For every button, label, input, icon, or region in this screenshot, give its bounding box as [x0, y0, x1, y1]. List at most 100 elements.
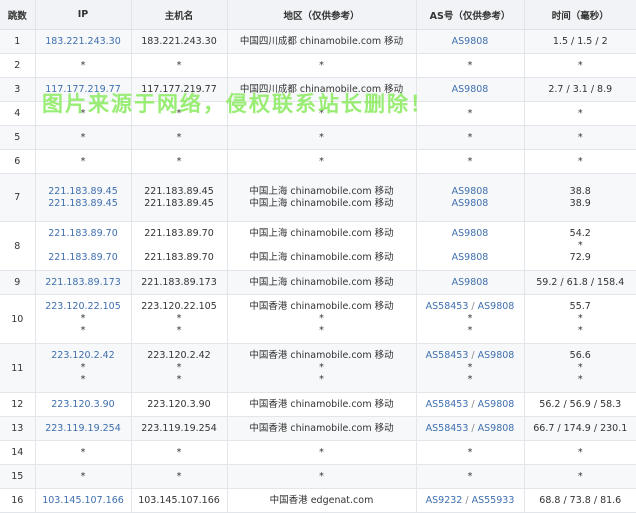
as-number-link[interactable]: AS9808	[452, 198, 489, 209]
as-number-line: *	[417, 60, 524, 72]
table-row: 4*****	[0, 102, 636, 126]
as-number-link[interactable]: AS9808	[478, 301, 515, 312]
host-line	[132, 240, 227, 252]
region-cell: *	[227, 441, 416, 465]
time-cell: 68.8 / 73.8 / 81.6	[524, 489, 636, 513]
as-number-link[interactable]: AS9808	[452, 228, 489, 239]
hop-number-cell: 14	[0, 441, 35, 465]
time-cell: 55.7**	[524, 295, 636, 344]
region-cell: 中国上海 chinamobile.com 移动中国上海 chinamobile.…	[227, 174, 416, 222]
header-time: 时间（毫秒）	[524, 0, 636, 30]
ip-link[interactable]: 117.177.219.77	[36, 84, 131, 96]
time-cell: 56.6**	[524, 344, 636, 393]
as-number-link[interactable]: AS9808	[478, 350, 515, 361]
as-number-link[interactable]: AS9808	[452, 36, 489, 47]
hop-number-cell: 7	[0, 174, 35, 222]
host-line: *	[132, 325, 227, 337]
time-line: 66.7 / 174.9 / 230.1	[525, 423, 636, 435]
ip-line: *	[36, 60, 131, 72]
hop-number-cell: 9	[0, 271, 35, 295]
as-number-link[interactable]: AS9808	[478, 423, 515, 434]
ip-cell: *	[35, 126, 131, 150]
ip-line: *	[36, 362, 131, 374]
hostname-cell: 223.120.3.90	[131, 393, 227, 417]
as-number-line: AS9232 / AS55933	[417, 495, 524, 507]
region-cell: 中国四川成都 chinamobile.com 移动	[227, 78, 416, 102]
hostname-cell: 223.120.2.42**	[131, 344, 227, 393]
hop-number-cell: 4	[0, 102, 35, 126]
time-line: *	[525, 362, 636, 374]
host-line: *	[132, 313, 227, 325]
ip-line: *	[36, 132, 131, 144]
table-row: 8221.183.89.70 221.183.89.70221.183.89.7…	[0, 222, 636, 271]
ip-cell: *	[35, 465, 131, 489]
as-number-link[interactable]: AS55933	[472, 495, 515, 506]
hop-number-cell: 8	[0, 222, 35, 271]
header-hostname: 主机名	[131, 0, 227, 30]
ip-link[interactable]: 221.183.89.45	[36, 186, 131, 198]
as-number-link[interactable]: AS9808	[452, 277, 489, 288]
as-number-line: AS9808	[417, 198, 524, 210]
as-number-line: *	[417, 471, 524, 483]
as-number-cell: AS58453 / AS9808**	[416, 344, 524, 393]
as-number-cell: AS58453 / AS9808	[416, 417, 524, 441]
time-line: 72.9	[525, 252, 636, 264]
as-number-line: *	[417, 325, 524, 337]
time-cell: *	[524, 126, 636, 150]
as-number-cell: AS58453 / AS9808**	[416, 295, 524, 344]
table-row: 11223.120.2.42**223.120.2.42**中国香港 china…	[0, 344, 636, 393]
hostname-cell: 183.221.243.30	[131, 30, 227, 54]
region-cell: *	[227, 54, 416, 78]
host-line: 221.183.89.173	[132, 277, 227, 289]
region-line: *	[228, 156, 416, 168]
host-line: *	[132, 362, 227, 374]
table-row: 3117.177.219.77117.177.219.77中国四川成都 chin…	[0, 78, 636, 102]
ip-link[interactable]: 103.145.107.166	[36, 495, 131, 507]
as-number-link[interactable]: AS9808	[452, 252, 489, 263]
time-line: *	[525, 313, 636, 325]
ip-link[interactable]: 221.183.89.70	[36, 252, 131, 264]
table-row: 14*****	[0, 441, 636, 465]
host-line: *	[132, 374, 227, 386]
as-number-link[interactable]: AS58453	[426, 350, 469, 361]
hostname-cell: *	[131, 150, 227, 174]
ip-link[interactable]: 223.120.2.42	[36, 350, 131, 362]
as-number-line: AS9808	[417, 186, 524, 198]
as-number-link[interactable]: AS58453	[426, 399, 469, 410]
as-number-link[interactable]: AS9808	[452, 84, 489, 95]
as-number-cell: *	[416, 465, 524, 489]
hostname-cell: *	[131, 102, 227, 126]
table-row: 16103.145.107.166103.145.107.166中国香港 edg…	[0, 489, 636, 513]
as-separator: /	[468, 350, 477, 361]
region-line: 中国香港 edgenat.com	[228, 495, 416, 507]
ip-link[interactable]: 223.120.22.105	[36, 301, 131, 313]
as-number-link[interactable]: AS9808	[478, 399, 515, 410]
ip-link[interactable]: 221.183.89.45	[36, 198, 131, 210]
hop-number-cell: 13	[0, 417, 35, 441]
host-line: 221.183.89.45	[132, 186, 227, 198]
as-number-cell: *	[416, 126, 524, 150]
region-line: 中国上海 chinamobile.com 移动	[228, 277, 416, 289]
ip-cell: 223.120.3.90	[35, 393, 131, 417]
traceroute-table: 跳数 IP 主机名 地区（仅供参考） AS号（仅供参考） 时间（毫秒） 1183…	[0, 0, 636, 513]
as-number-link[interactable]: AS58453	[426, 423, 469, 434]
empty-value: *	[468, 156, 473, 167]
region-cell: 中国香港 chinamobile.com 移动	[227, 393, 416, 417]
ip-link[interactable]: 223.120.3.90	[36, 399, 131, 411]
ip-link[interactable]: 183.221.243.30	[36, 36, 131, 48]
ip-link[interactable]: 221.183.89.70	[36, 228, 131, 240]
ip-link[interactable]: 223.119.19.254	[36, 423, 131, 435]
ip-link[interactable]: 221.183.89.173	[36, 277, 131, 289]
host-line: 223.120.3.90	[132, 399, 227, 411]
time-line: 1.5 / 1.5 / 2	[525, 36, 636, 48]
region-cell: 中国香港 chinamobile.com 移动**	[227, 295, 416, 344]
header-ip: IP	[35, 0, 131, 30]
time-cell: 66.7 / 174.9 / 230.1	[524, 417, 636, 441]
as-number-link[interactable]: AS9808	[452, 186, 489, 197]
table-row: 15*****	[0, 465, 636, 489]
as-number-link[interactable]: AS58453	[426, 301, 469, 312]
as-number-cell: AS9232 / AS55933	[416, 489, 524, 513]
ip-cell: 183.221.243.30	[35, 30, 131, 54]
header-hop: 跳数	[0, 0, 35, 30]
as-number-link[interactable]: AS9232	[426, 495, 463, 506]
